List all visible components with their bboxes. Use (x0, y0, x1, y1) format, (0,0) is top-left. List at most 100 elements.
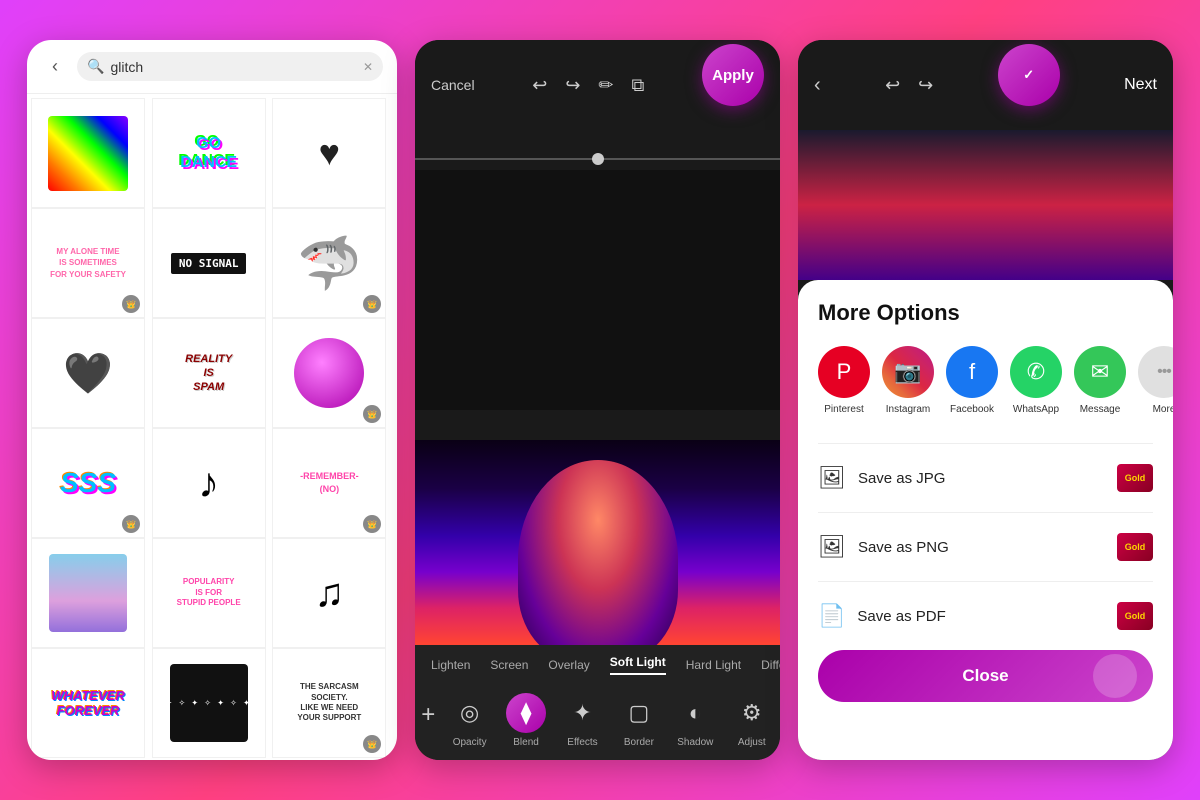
sticker-tiktok2[interactable]: ♫ (272, 538, 386, 648)
blend-icon: ⧫ (506, 693, 546, 733)
pinterest-icon: P (818, 346, 870, 398)
whatsapp-icon: ✆ (1010, 346, 1062, 398)
shadow-label: Shadow (677, 737, 713, 748)
back-button[interactable]: ‹ (41, 53, 69, 81)
top-slider-dot[interactable] (592, 153, 604, 165)
layers-icon[interactable]: ⧉ (632, 75, 645, 96)
sticker-remember[interactable]: -REMEMBER-(NO) 👑 (272, 428, 386, 538)
sticker-heart[interactable]: ♥ (272, 98, 386, 208)
sticker-rainbow[interactable] (31, 98, 145, 208)
sticker-reality-visual: REALITYISSPAM (185, 352, 232, 395)
blend-softlight[interactable]: Soft Light (610, 655, 666, 675)
sticker-godance[interactable]: GODANCE (152, 98, 266, 208)
erase-icon[interactable]: ✏ (598, 75, 613, 96)
sticker-whatever[interactable]: WHATEVERFOREVER (31, 648, 145, 758)
sticker-sss-visual: SSS (60, 467, 116, 499)
blend-hardlight[interactable]: Hard Light (686, 658, 741, 672)
sticker-myalone-visual: MY ALONE TIMEIS SOMETIMESFOR YOUR SAFETY (46, 242, 130, 284)
sticker-myalone[interactable]: MY ALONE TIMEIS SOMETIMESFOR YOUR SAFETY… (31, 208, 145, 318)
instagram-icon: 📷 (882, 346, 934, 398)
adjust-label: Adjust (738, 737, 766, 748)
blend-lighten[interactable]: Lighten (431, 658, 470, 672)
sticker-grid: GODANCE ♥ MY ALONE TIMEIS SOMETIMESFOR Y… (27, 94, 397, 760)
panel3-redo-icon[interactable]: ↪ (918, 75, 933, 96)
sticker-circle[interactable]: 👑 (272, 318, 386, 428)
share-pinterest[interactable]: P Pinterest (818, 346, 870, 415)
blend-screen[interactable]: Screen (490, 658, 528, 672)
next-button[interactable]: Next (1124, 76, 1157, 94)
more-options-panel: ‹ ↩ ↪ ✓ Next More Options P Pinterest 📷 … (798, 40, 1173, 760)
top-slider[interactable] (415, 158, 780, 160)
toolbar-blend[interactable]: ⧫ Blend (504, 693, 548, 748)
effects-icon: ✦ (562, 693, 602, 733)
save-png-label: Save as PNG (858, 539, 949, 556)
opacity-label: Opacity (453, 737, 487, 748)
close-button[interactable]: Close (818, 650, 1153, 702)
premium-badge: 👑 (363, 295, 381, 313)
undo-icon[interactable]: ↩ (532, 75, 547, 96)
sticker-cloud[interactable] (31, 538, 145, 648)
sticker-tiktok[interactable]: ♪ (152, 428, 266, 538)
sticker-rainbow-visual (48, 116, 128, 191)
toolbar-effects[interactable]: ✦ Effects (560, 693, 604, 748)
search-input[interactable] (110, 59, 357, 75)
sticker-whatever-visual: WHATEVERFOREVER (51, 688, 124, 718)
sticker-popularity[interactable]: POPULARITYIS FORSTUPID PEOPLE (152, 538, 266, 648)
editor-canvas (415, 130, 780, 645)
toolbar-opacity[interactable]: ◎ Opacity (448, 693, 492, 748)
panel3-undo-icon[interactable]: ↩ (885, 75, 900, 96)
toolbar-shadow[interactable]: ◐ Shadow (673, 693, 717, 748)
message-label: Message (1080, 404, 1121, 415)
share-whatsapp[interactable]: ✆ WhatsApp (1010, 346, 1062, 415)
sticker-wings[interactable]: 🖤 (31, 318, 145, 428)
panel3-preview (798, 130, 1173, 280)
next-checkmark-button[interactable]: ✓ (998, 44, 1060, 106)
divider-1 (818, 443, 1153, 444)
save-png-row[interactable]: 🖼 Save as PNG Gold (818, 521, 1153, 573)
redo-icon[interactable]: ↪ (565, 75, 580, 96)
clear-icon[interactable]: ✕ (363, 60, 373, 74)
border-label: Border (624, 737, 654, 748)
border-icon: ▢ (619, 693, 659, 733)
toolbar-adjust[interactable]: ⚙ Adjust (730, 693, 774, 748)
share-instagram[interactable]: 📷 Instagram (882, 346, 934, 415)
save-pdf-label: Save as PDF (857, 608, 945, 625)
sticker-nosignal[interactable]: NO SIGNAL (152, 208, 266, 318)
sticker-tiktok-visual: ♪ (198, 459, 219, 507)
sticker-sarcasm[interactable]: THE SARCASMSOCIETY.LIKE WE NEEDYOUR SUPP… (272, 648, 386, 758)
blend-overlay[interactable]: Overlay (548, 658, 589, 672)
blend-difference[interactable]: Difference (761, 658, 780, 672)
sticker-shark[interactable]: 🦈 👑 (272, 208, 386, 318)
more-icon: ••• (1138, 346, 1173, 398)
facebook-icon: f (946, 346, 998, 398)
sticker-stars[interactable] (152, 648, 266, 758)
instagram-label: Instagram (886, 404, 930, 415)
photo-background (415, 440, 780, 645)
more-options-sheet: More Options P Pinterest 📷 Instagram f F… (798, 280, 1173, 760)
sticker-shark-visual: 🦈 (297, 233, 362, 294)
cancel-button[interactable]: Cancel (431, 77, 475, 93)
apply-button[interactable]: Apply (702, 44, 764, 106)
sticker-wings-visual: 🖤 (63, 350, 113, 397)
jpg-gold-badge: Gold (1117, 464, 1153, 492)
panel3-back-button[interactable]: ‹ (814, 74, 821, 97)
sticker-reality[interactable]: REALITYISSPAM (152, 318, 266, 428)
share-facebook[interactable]: f Facebook (946, 346, 998, 415)
sticker-godance-visual: GODANCE (176, 130, 241, 176)
png-gold-badge: Gold (1117, 533, 1153, 561)
save-pdf-row[interactable]: 📄 Save as PDF Gold (818, 590, 1153, 642)
sticker-popularity-visual: POPULARITYIS FORSTUPID PEOPLE (177, 577, 241, 608)
premium-badge: 👑 (363, 405, 381, 423)
toolbar-border[interactable]: ▢ Border (617, 693, 661, 748)
add-button[interactable]: + (421, 693, 435, 729)
sticker-remember-visual: -REMEMBER-(NO) (300, 470, 359, 495)
editor-panel: Cancel ↩ ↪ ✏ ⧉ Apply Lighten Screen Over… (415, 40, 780, 760)
share-message[interactable]: ✉ Message (1074, 346, 1126, 415)
more-options-title: More Options (818, 300, 1153, 326)
sticker-sss[interactable]: SSS 👑 (31, 428, 145, 538)
save-jpg-row[interactable]: 🖼 Save as JPG Gold (818, 452, 1153, 504)
sticker-search-panel: ‹ 🔍 ✕ GODANCE ♥ MY ALONE TIMEIS SOMETIME… (27, 40, 397, 760)
share-more[interactable]: ••• More (1138, 346, 1173, 415)
save-jpg-left: 🖼 Save as JPG (818, 465, 945, 491)
close-circle-decoration (1093, 654, 1137, 698)
